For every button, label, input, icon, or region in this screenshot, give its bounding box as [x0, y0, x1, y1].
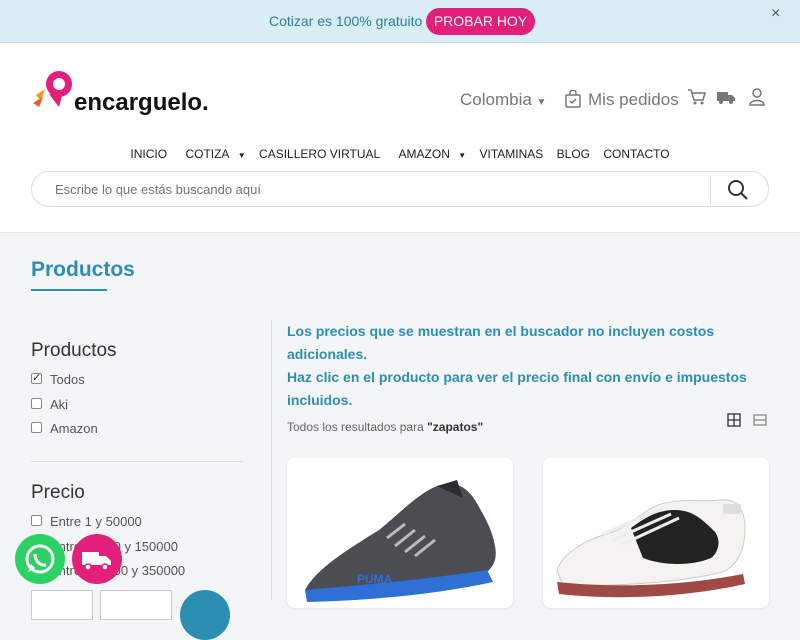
cart-icon[interactable]	[687, 88, 707, 106]
search-bar	[31, 171, 769, 207]
nav-vitaminas[interactable]: VITAMINAS	[480, 147, 544, 161]
logo[interactable]: encarguelo.	[31, 67, 211, 117]
product-card[interactable]	[543, 458, 769, 608]
my-orders-link[interactable]: Mis pedidos	[588, 90, 679, 110]
svg-text:PUMA: PUMA	[357, 572, 393, 586]
checkbox[interactable]	[31, 422, 42, 433]
content-divider	[271, 320, 272, 600]
delivery-truck-icon	[82, 552, 111, 571]
try-now-button[interactable]: PROBAR HOY	[426, 8, 535, 35]
price-max-input[interactable]	[100, 590, 172, 620]
rocket-pin-icon	[33, 71, 72, 107]
nav-cotiza[interactable]: COTIZA ▼	[180, 147, 245, 161]
nav-casillero[interactable]: CASILLERO VIRTUAL	[259, 147, 380, 161]
filter-label: Todos	[50, 372, 85, 387]
notice-line-1: Los precios que se muestran en el buscad…	[287, 323, 715, 362]
caret-down-icon: ▼	[536, 97, 547, 108]
running-shoe-image: PUMA	[305, 480, 496, 602]
promo-text: Cotizar es 100% gratuito	[269, 13, 423, 29]
nav-contacto[interactable]: CONTACTO	[603, 147, 669, 161]
nav-cotiza-label: COTIZA	[185, 147, 230, 161]
caret-down-icon: ▼	[458, 151, 467, 160]
price-filter-title: Precio	[31, 482, 85, 503]
search-divider	[710, 176, 711, 204]
main-nav: INICIO COTIZA ▼ CASILLERO VIRTUAL AMAZON…	[0, 147, 800, 161]
user-icon[interactable]	[748, 87, 766, 107]
truck-icon[interactable]	[716, 88, 736, 106]
filter-todos[interactable]: Todos	[31, 371, 85, 387]
logo-text: encarguelo.	[74, 89, 209, 116]
price-range-1[interactable]: Entre 1 y 50000	[31, 514, 142, 529]
nav-blog[interactable]: BLOG	[557, 147, 590, 161]
search-icon[interactable]	[727, 179, 749, 201]
search-input[interactable]	[55, 182, 695, 197]
country-selector[interactable]: Colombia ▼	[460, 90, 546, 110]
filter-amazon[interactable]: Amazon	[31, 421, 98, 436]
price-min-input[interactable]	[31, 590, 93, 620]
sidebar-divider	[31, 461, 243, 462]
shipping-button[interactable]	[72, 534, 122, 584]
nav-inicio[interactable]: INICIO	[130, 147, 167, 161]
notice-line-2: Haz clic en el producto para ver el prec…	[287, 369, 747, 408]
filter-label: Aki	[50, 397, 69, 412]
close-icon[interactable]: ×	[771, 5, 780, 23]
apply-filter-button[interactable]	[180, 590, 230, 640]
list-view-icon[interactable]	[753, 413, 767, 427]
results-summary: Todos los resultados para "zapatos"	[287, 420, 483, 434]
page-title: Productos	[31, 258, 135, 281]
saddle-shoe-image	[556, 499, 746, 598]
grid-view-icon[interactable]	[727, 413, 741, 427]
price-notice: Los precios que se muestran en el buscad…	[287, 320, 767, 412]
nav-amazon[interactable]: AMAZON ▼	[394, 147, 467, 161]
checkbox[interactable]	[31, 398, 42, 409]
country-label: Colombia	[460, 90, 532, 109]
nav-amazon-label: AMAZON	[398, 147, 450, 161]
filter-aki[interactable]: Aki	[31, 397, 68, 412]
whatsapp-button[interactable]	[15, 534, 65, 584]
results-prefix: Todos los resultados para	[287, 420, 424, 434]
title-underline	[31, 289, 107, 291]
site-header: encarguelo. Colombia ▼ Mis pedidos INICI…	[0, 43, 800, 233]
filter-label: Amazon	[50, 421, 98, 436]
product-card[interactable]: PUMA	[287, 458, 513, 608]
promo-banner: Cotizar es 100% gratuito PROBAR HOY ×	[0, 0, 800, 43]
products-filter-title: Productos	[31, 340, 117, 361]
shopping-bag-icon	[565, 90, 581, 108]
checkbox[interactable]	[31, 515, 42, 526]
price-label: Entre 1 y 50000	[50, 514, 142, 529]
caret-down-icon: ▼	[237, 151, 246, 160]
results-query: "zapatos"	[427, 420, 484, 434]
checkbox-checked[interactable]	[31, 371, 42, 384]
whatsapp-icon	[25, 544, 55, 574]
